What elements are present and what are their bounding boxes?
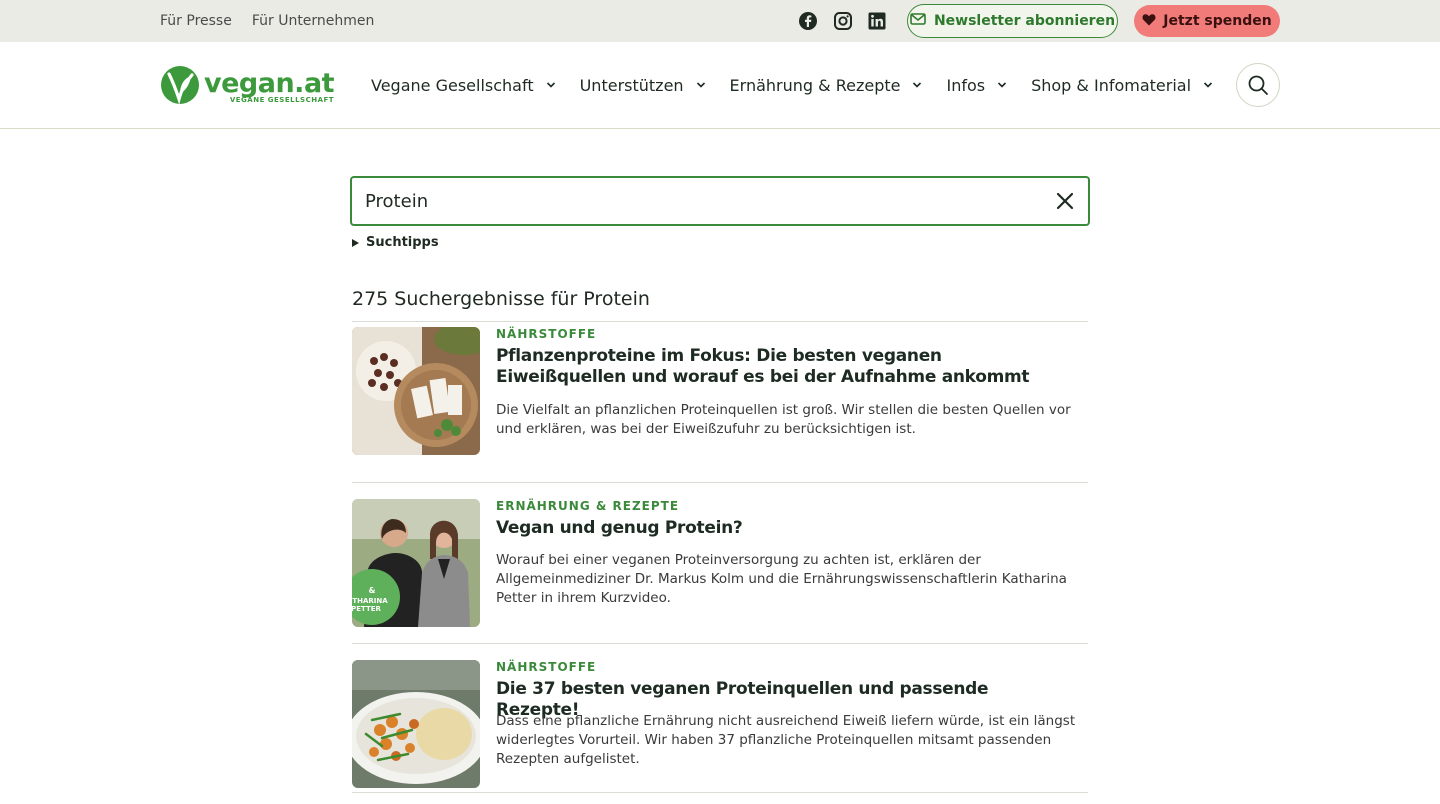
donate-label: Jetzt spenden (1163, 13, 1272, 29)
result-title[interactable]: Pflanzenproteine im Fokus: Die besten ve… (496, 346, 1076, 388)
nav-item-ernaehrung-rezepte[interactable]: Ernährung & Rezepte (730, 76, 923, 95)
search-field (350, 176, 1090, 226)
site-logo[interactable]: vegan.at VEGANE GESELLSCHAFT (160, 64, 335, 110)
main-header: vegan.at VEGANE GESELLSCHAFT Vegane Gese… (0, 42, 1440, 129)
chevron-down-icon (913, 82, 922, 88)
press-link[interactable]: Für Presse (160, 13, 232, 29)
results-divider (352, 792, 1088, 793)
disclosure-triangle-icon (352, 238, 359, 247)
mail-icon (910, 13, 926, 29)
clear-search-icon[interactable] (1054, 190, 1076, 212)
linkedin-icon[interactable] (867, 11, 887, 31)
result-description: Dass eine pflanzliche Ernährung nicht au… (496, 713, 1076, 767)
result-category: NÄHRSTOFFE (496, 660, 597, 674)
results-count: 275 Suchergebnisse für Protein (352, 288, 650, 310)
nav-item-shop[interactable]: Shop & Infomaterial (1031, 76, 1213, 95)
nav-label: Unterstützen (579, 75, 684, 95)
nav-item-infos[interactable]: Infos (946, 76, 1007, 95)
results-list: NÄHRSTOFFE Pflanzenproteine im Fokus: Di… (352, 321, 1088, 804)
svg-text:PETTER: PETTER (352, 605, 382, 613)
search-icon (1248, 75, 1268, 95)
nav-label: Ernährung & Rezepte (729, 75, 901, 95)
donate-button[interactable]: Jetzt spenden (1134, 5, 1280, 37)
instagram-icon[interactable] (833, 11, 853, 31)
logo-wordmark: vegan.at (204, 68, 335, 99)
nav-label: Infos (946, 75, 986, 95)
svg-text:THARINA: THARINA (352, 597, 388, 605)
chevron-down-icon (546, 82, 555, 88)
utility-links: Für Presse Für Unternehmen (160, 0, 374, 42)
chevron-down-icon (1203, 82, 1213, 88)
main-nav: Vegane Gesellschaft Unterstützen Ernähru… (371, 42, 1237, 128)
result-category: NÄHRSTOFFE (496, 327, 597, 341)
list-item[interactable]: & THARINA PETTER ERNÄHRUNG & REZEPTE Veg… (352, 482, 1088, 643)
search-tips-label: Suchtipps (366, 235, 439, 250)
nav-label: Shop & Infomaterial (1031, 75, 1192, 95)
logo-text: vegan.at VEGANE GESELLSCHAFT (204, 68, 335, 104)
list-item[interactable]: NÄHRSTOFFE Die 37 besten veganen Protein… (352, 643, 1088, 804)
result-thumbnail[interactable] (352, 660, 480, 788)
list-item[interactable]: NÄHRSTOFFE Pflanzenproteine im Fokus: Di… (352, 321, 1088, 482)
nav-item-vegane-gesellschaft[interactable]: Vegane Gesellschaft (371, 76, 556, 95)
leaf-logo-icon (160, 64, 200, 110)
heart-icon (1142, 13, 1156, 30)
business-link[interactable]: Für Unternehmen (252, 13, 375, 29)
svg-text:&: & (369, 586, 376, 595)
result-description: Worauf bei einer veganen Proteinversorgu… (496, 552, 1067, 606)
newsletter-button[interactable]: Newsletter abonnieren (907, 4, 1118, 38)
nav-label: Vegane Gesellschaft (371, 75, 534, 95)
result-description: Die Vielfalt an pflanzlichen Proteinquel… (496, 402, 1071, 437)
result-title[interactable]: Vegan und genug Protein? (496, 518, 1076, 539)
chevron-down-icon (696, 82, 705, 88)
result-thumbnail[interactable]: & THARINA PETTER (352, 499, 480, 627)
search-input[interactable] (365, 190, 1025, 212)
search-tips-toggle[interactable]: Suchtipps (352, 235, 439, 250)
facebook-icon[interactable] (798, 11, 818, 31)
nav-item-unterstuetzen[interactable]: Unterstützen (580, 76, 706, 95)
utility-bar: Für Presse Für Unternehmen Newsletter ab… (0, 0, 1440, 42)
result-category: ERNÄHRUNG & REZEPTE (496, 499, 680, 513)
newsletter-label: Newsletter abonnieren (933, 13, 1116, 29)
header-search-button[interactable] (1236, 63, 1280, 107)
result-thumbnail[interactable] (352, 327, 480, 455)
chevron-down-icon (998, 82, 1007, 88)
